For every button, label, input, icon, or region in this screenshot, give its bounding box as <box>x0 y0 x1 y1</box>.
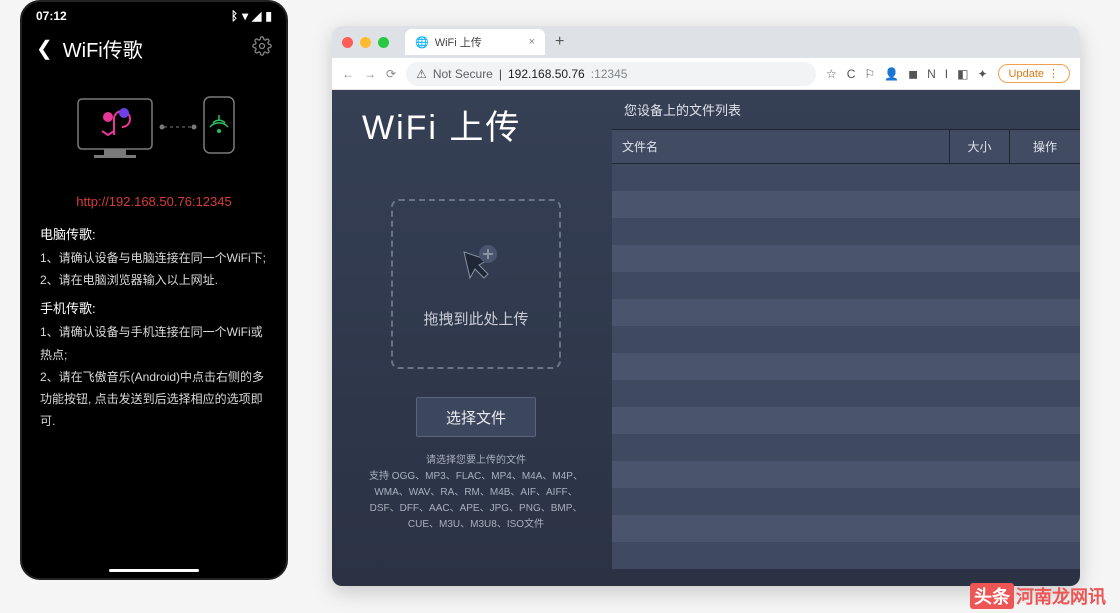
menu-dots-icon: ⋮ <box>1048 67 1059 80</box>
update-button[interactable]: Update ⋮ <box>998 64 1070 83</box>
close-window-icon[interactable] <box>342 37 353 48</box>
table-row <box>612 245 1080 272</box>
section2-line2: 2、请在飞傲音乐(Android)中点击右侧的多功能按钮, 点击发送到后选择相应… <box>40 366 268 433</box>
col-ops: 操作 <box>1010 130 1080 163</box>
choose-file-button[interactable]: 选择文件 <box>416 397 536 437</box>
extension-icon[interactable]: ✦ <box>977 67 987 81</box>
section2-title: 手机传歌: <box>40 297 268 321</box>
app-title: WiFi传歌 <box>63 34 143 63</box>
table-row <box>612 353 1080 380</box>
reload-icon[interactable]: ⟳ <box>386 67 396 81</box>
table-row <box>612 272 1080 299</box>
extension-icon[interactable]: ◧ <box>957 67 968 81</box>
server-url: http://192.168.50.76:12345 <box>22 194 286 209</box>
new-tab-button[interactable]: + <box>551 33 568 51</box>
file-list-panel: 您设备上的文件列表 文件名 大小 操作 <box>612 90 1080 586</box>
table-row <box>612 515 1080 542</box>
not-secure-label: Not Secure <box>433 67 493 81</box>
file-list-title: 您设备上的文件列表 <box>612 90 1080 129</box>
col-filename: 文件名 <box>612 130 950 163</box>
table-body <box>612 164 1080 569</box>
table-row <box>612 380 1080 407</box>
page-content: WiFi 上传 拖拽到此处上传 选择文件 请选择您要上传的文件 支持 OGG、M… <box>332 90 1080 586</box>
extension-icon[interactable]: ◼ <box>908 67 918 81</box>
nav-forward-icon[interactable]: → <box>364 67 376 81</box>
phone-mockup: 07:12 ᛒ ▾ ◢ ▮ ❮ WiFi传歌 http://192.168 <box>20 0 288 580</box>
extension-icon[interactable]: 👤 <box>884 67 899 81</box>
extensions-row: C ⚐ 👤 ◼ NI ◧ ✦ <box>847 67 988 81</box>
phone-clock: 07:12 <box>36 9 67 23</box>
browser-tab[interactable]: 🌐 WiFi 上传 × <box>405 29 545 55</box>
dropzone-label: 拖拽到此处上传 <box>423 308 528 329</box>
section2-line1: 1、请确认设备与手机连接在同一个WiFi或热点; <box>40 321 268 365</box>
dropzone[interactable]: 拖拽到此处上传 <box>391 199 561 369</box>
extension-icon[interactable]: N <box>927 67 936 81</box>
nav-back-icon[interactable]: ← <box>342 67 354 81</box>
address-host: 192.168.50.76 <box>508 67 585 81</box>
section1-title: 电脑传歌: <box>40 223 268 247</box>
phone-status-bar: 07:12 ᛒ ▾ ◢ ▮ <box>22 2 286 30</box>
table-row <box>612 434 1080 461</box>
battery-icon: ▮ <box>265 9 272 23</box>
maximize-window-icon[interactable] <box>378 37 389 48</box>
browser-window: 🌐 WiFi 上传 × + ← → ⟳ ⚠ Not Secure | 192.1… <box>332 26 1080 586</box>
minimize-window-icon[interactable] <box>360 37 371 48</box>
table-row <box>612 191 1080 218</box>
extension-icon[interactable]: ⚐ <box>864 67 875 81</box>
table-row <box>612 488 1080 515</box>
back-icon[interactable]: ❮ <box>36 36 53 61</box>
wifi-icon: ▾ <box>242 9 248 23</box>
bookmark-icon[interactable]: ☆ <box>826 67 837 81</box>
transfer-illustration <box>22 73 286 186</box>
tab-strip: 🌐 WiFi 上传 × + <box>332 26 1080 58</box>
extension-icon[interactable]: C <box>847 67 856 81</box>
table-row <box>612 542 1080 569</box>
instructions: 电脑传歌: 1、请确认设备与电脑连接在同一个WiFi下; 2、请在电脑浏览器输入… <box>22 223 286 432</box>
not-secure-icon: ⚠ <box>416 67 427 81</box>
table-row <box>612 164 1080 191</box>
window-controls[interactable] <box>342 37 389 48</box>
extension-icon[interactable]: I <box>945 67 948 81</box>
section1-line2: 2、请在电脑浏览器输入以上网址. <box>40 269 268 291</box>
table-row <box>612 299 1080 326</box>
status-icons: ᛒ ▾ ◢ ▮ <box>231 9 272 23</box>
gear-icon[interactable] <box>252 36 272 62</box>
cursor-plus-icon <box>450 240 502 292</box>
format-hint: 请选择您要上传的文件 支持 OGG、MP3、FLAC、MP4、M4A、M4P、W… <box>362 453 590 533</box>
upload-panel: WiFi 上传 拖拽到此处上传 选择文件 请选择您要上传的文件 支持 OGG、M… <box>332 90 612 586</box>
table-header: 文件名 大小 操作 <box>612 129 1080 164</box>
table-row <box>612 407 1080 434</box>
signal-icon: ◢ <box>252 9 261 23</box>
app-header: ❮ WiFi传歌 <box>22 30 286 73</box>
address-bar-row: ← → ⟳ ⚠ Not Secure | 192.168.50.76:12345… <box>332 58 1080 90</box>
section1-line1: 1、请确认设备与电脑连接在同一个WiFi下; <box>40 247 268 269</box>
home-indicator[interactable] <box>109 569 199 572</box>
close-tab-icon[interactable]: × <box>529 36 535 48</box>
watermark: 头条河南龙网讯 <box>970 583 1106 609</box>
tab-title: WiFi 上传 <box>435 34 482 50</box>
address-port: :12345 <box>591 67 628 81</box>
address-bar[interactable]: ⚠ Not Secure | 192.168.50.76:12345 <box>406 62 816 86</box>
table-row <box>612 461 1080 488</box>
table-row <box>612 326 1080 353</box>
table-row <box>612 218 1080 245</box>
page-title: WiFi 上传 <box>362 100 521 149</box>
bluetooth-icon: ᛒ <box>231 9 238 23</box>
col-size: 大小 <box>950 130 1010 163</box>
globe-icon: 🌐 <box>415 36 429 49</box>
